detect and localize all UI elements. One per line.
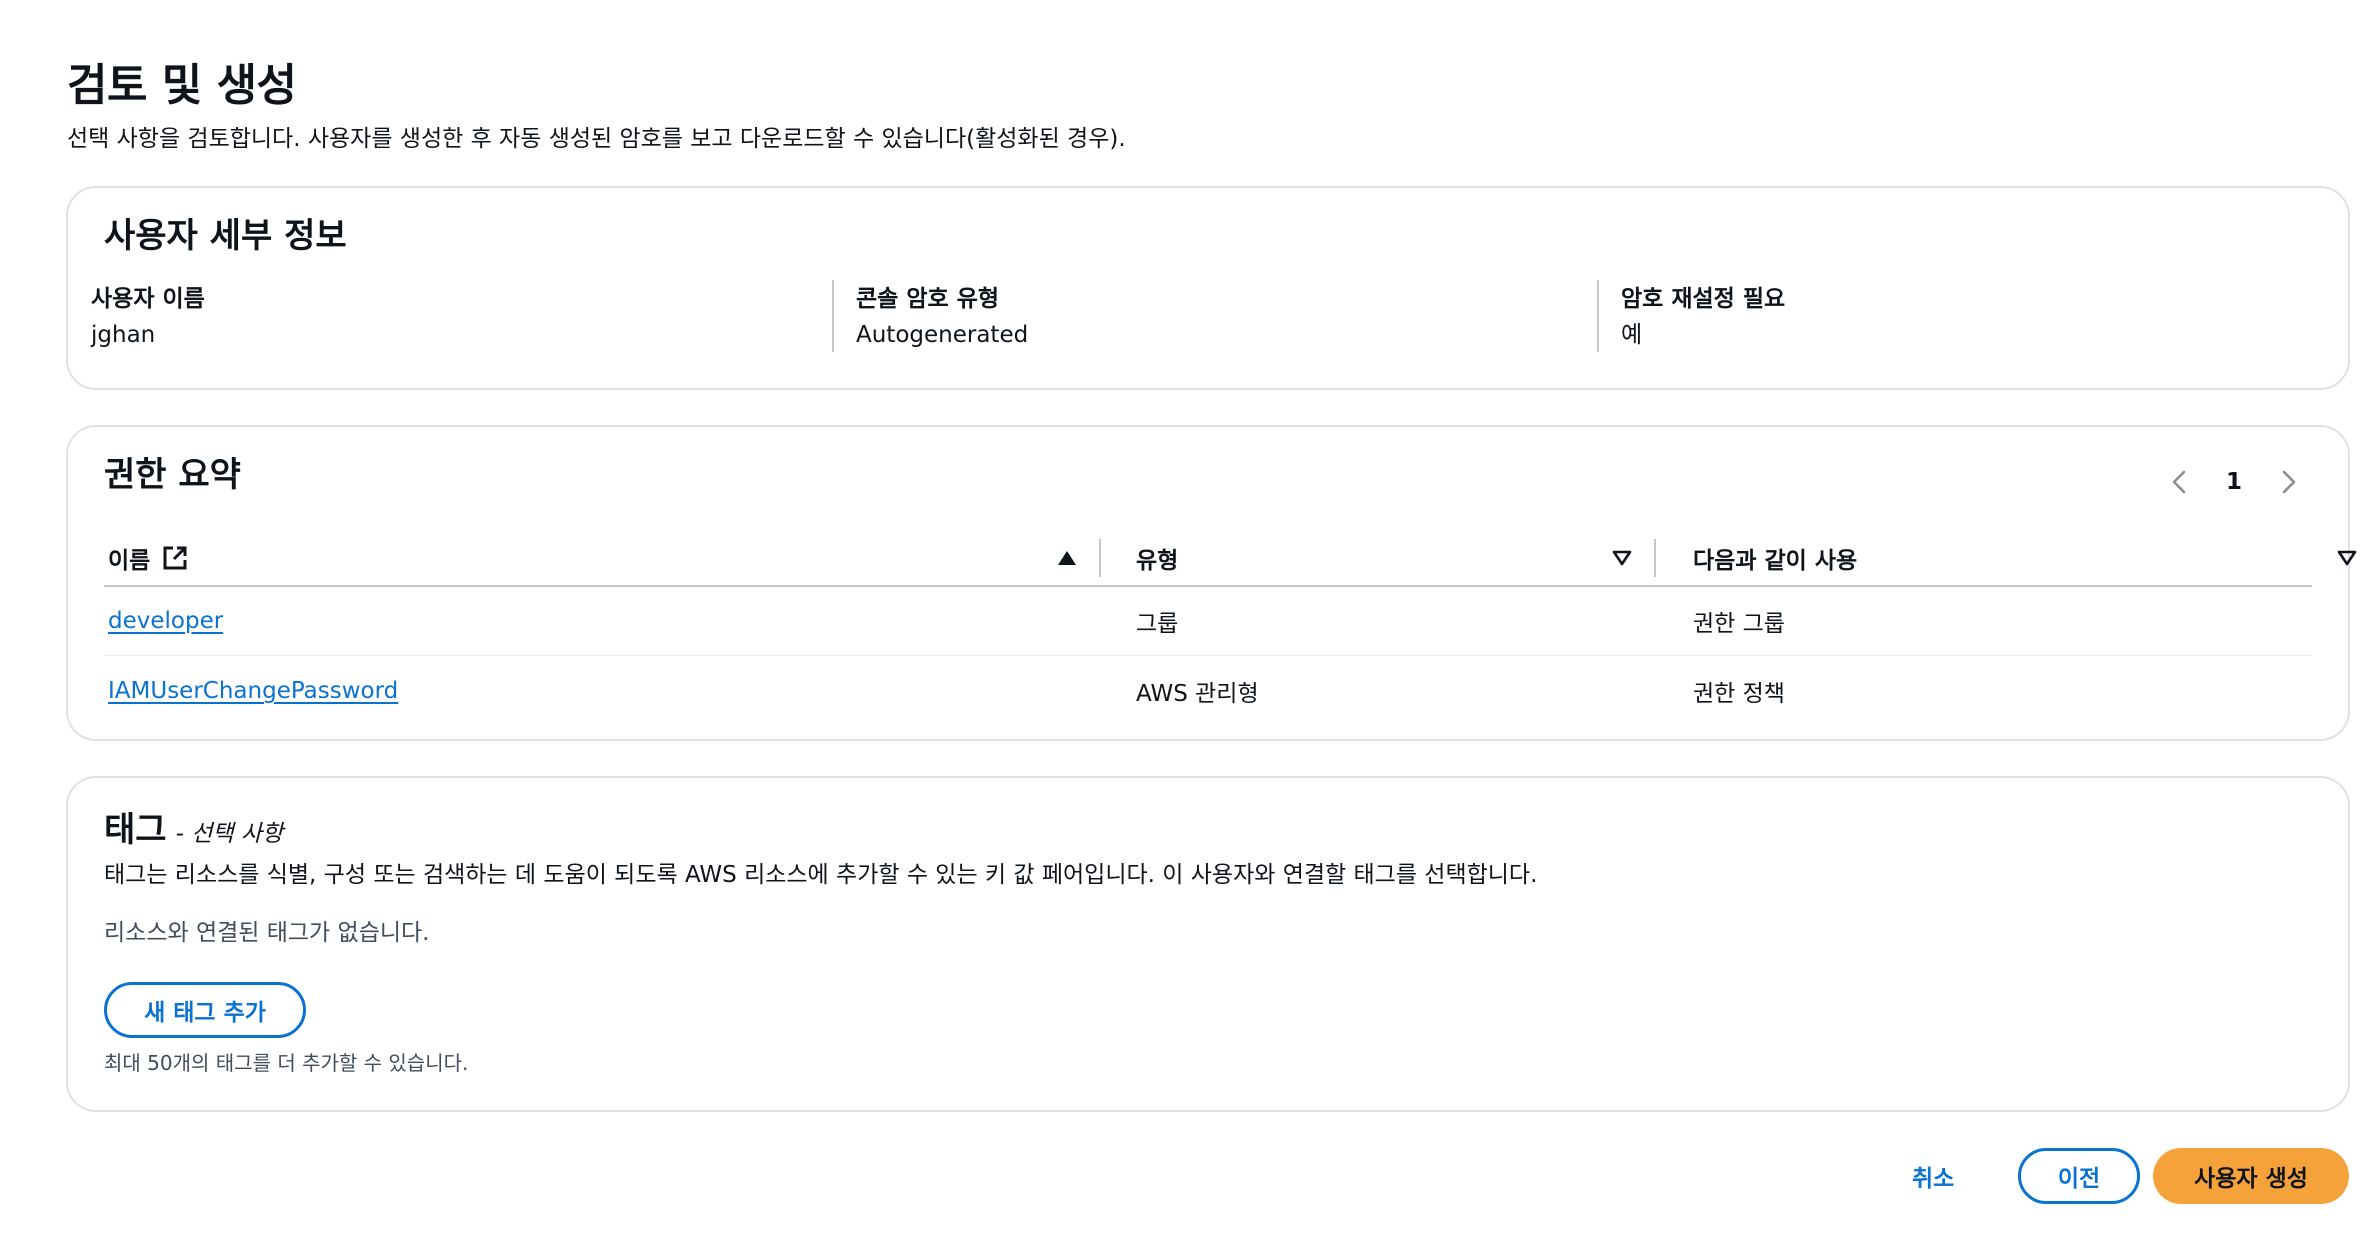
table-row: developer 그룹 권한 그룹	[104, 587, 2312, 656]
create-user-button[interactable]: 사용자 생성	[2153, 1148, 2349, 1204]
table-header: 이름 유형 다음과 같이 사용	[104, 533, 2357, 587]
permissions-title: 권한 요약	[104, 455, 241, 495]
column-header-name[interactable]: 이름	[108, 533, 188, 583]
user-details-title: 사용자 세부 정보	[104, 216, 347, 256]
field-label: 사용자 이름	[91, 286, 205, 312]
column-resizer[interactable]	[1099, 539, 1101, 577]
column-divider	[1597, 280, 1599, 352]
pagination: 1	[2164, 467, 2304, 497]
column-label: 이름	[108, 548, 151, 574]
add-new-tag-button[interactable]: 새 태그 추가	[104, 982, 306, 1038]
table-cell-used-as: 권한 정책	[1693, 681, 1785, 707]
user-name-field: 사용자 이름 jghan	[91, 284, 205, 350]
field-label: 암호 재설정 필요	[1621, 286, 1786, 312]
field-label: 콘솔 암호 유형	[856, 286, 999, 312]
column-header-type[interactable]: 유형	[1136, 533, 1178, 583]
policy-link-iamuserchangepassword[interactable]: IAMUserChangePassword	[108, 678, 398, 704]
sort-ascending-icon[interactable]	[1054, 545, 1080, 571]
column-divider	[832, 280, 834, 352]
field-value: jghan	[91, 322, 156, 348]
tags-description: 태그는 리소스를 식별, 구성 또는 검색하는 데 도움이 되도록 AWS 리소…	[104, 862, 1538, 888]
table-row: IAMUserChangePassword AWS 관리형 권한 정책	[104, 657, 2312, 725]
tags-heading: 태그 - 선택 사항	[104, 808, 283, 852]
external-link-icon[interactable]	[162, 545, 188, 571]
group-link-developer[interactable]: developer	[108, 608, 223, 634]
table-cell-type: 그룹	[1136, 611, 1179, 637]
sort-icon[interactable]	[1609, 545, 1635, 571]
page-title: 검토 및 생성	[67, 60, 297, 111]
tags-title: 태그	[104, 810, 167, 850]
table-cell-used-as: 권한 그룹	[1693, 611, 1785, 637]
column-resizer[interactable]	[1654, 539, 1656, 577]
column-header-used-as[interactable]: 다음과 같이 사용	[1693, 533, 1857, 583]
column-label: 유형	[1136, 548, 1179, 574]
field-value: Autogenerated	[856, 322, 1029, 348]
tags-empty-state: 리소스와 연결된 태그가 없습니다.	[104, 920, 430, 946]
field-value: 예	[1621, 322, 1643, 348]
password-reset-required-field: 암호 재설정 필요 예	[1621, 284, 1785, 350]
console-password-type-field: 콘솔 암호 유형 Autogenerated	[856, 284, 1028, 350]
sort-icon[interactable]	[2334, 545, 2360, 571]
chevron-left-icon[interactable]	[2164, 467, 2194, 497]
column-label: 다음과 같이 사용	[1693, 548, 1858, 574]
tags-card: 태그 - 선택 사항 태그는 리소스를 식별, 구성 또는 검색하는 데 도움이…	[66, 776, 2350, 1112]
chevron-right-icon[interactable]	[2274, 467, 2304, 497]
page-number[interactable]: 1	[2226, 469, 2242, 495]
tags-optional-label: - 선택 사항	[175, 821, 284, 847]
user-details-card: 사용자 세부 정보 사용자 이름 jghan 콘솔 암호 유형 Autogene…	[66, 186, 2350, 390]
permissions-summary-card: 권한 요약 1 이름 유형 다음과 같이 사용 developer 그룹 권한 …	[66, 425, 2357, 741]
cancel-button[interactable]: 취소	[1912, 1148, 1954, 1204]
page-description: 선택 사항을 검토합니다. 사용자를 생성한 후 자동 생성된 암호를 보고 다…	[67, 126, 1126, 152]
table-cell-type: AWS 관리형	[1136, 681, 1259, 707]
previous-button[interactable]: 이전	[2018, 1148, 2140, 1204]
tags-limit-hint: 최대 50개의 태그를 더 추가할 수 있습니다.	[104, 1051, 469, 1075]
